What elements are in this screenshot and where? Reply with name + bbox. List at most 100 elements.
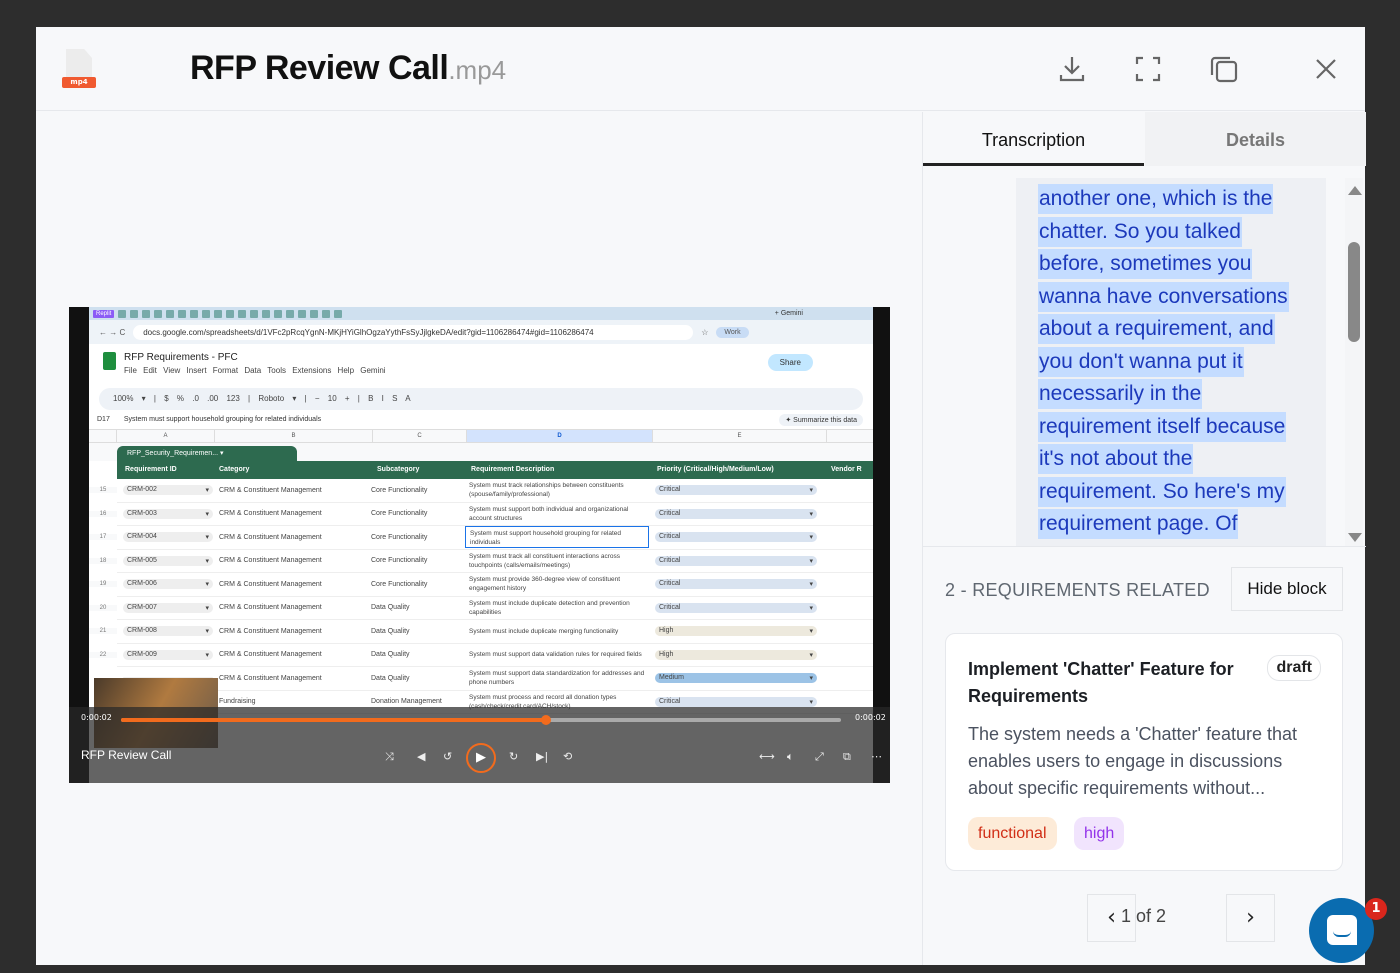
forward-10-icon[interactable]: ↻	[509, 750, 518, 763]
page-indicator: 1 of 2	[1121, 906, 1167, 926]
row-number: 16	[89, 510, 117, 517]
priority-cell: Critical ▾	[655, 508, 817, 519]
header-subcategory: Subcategory	[377, 466, 420, 473]
sheets-toolbar: 100% ▾ | $ % .0 .00 123 | Roboto ▾ | − 1…	[99, 388, 863, 410]
subcategory-cell: Data Quality	[371, 604, 410, 612]
transcript-line: before, sometimes you	[1038, 249, 1253, 279]
transcript-scrollbar[interactable]	[1345, 178, 1363, 546]
table-row: 16 CRM-003 ▾ CRM & Constituent Management…	[89, 503, 873, 526]
close-icon[interactable]	[1310, 53, 1342, 85]
unread-badge: 1	[1365, 898, 1387, 920]
priority-cell: Critical ▾	[655, 485, 817, 496]
transcript-line: it's not about the	[1038, 444, 1194, 474]
tag-functional: functional	[968, 817, 1057, 850]
subcategory-cell: Core Functionality	[371, 510, 428, 518]
transcript-line: requirement itself because	[1038, 411, 1287, 442]
header-requirement-id: Requirement ID	[125, 466, 177, 473]
formula-bar: D17 System must support household groupin…	[89, 410, 873, 430]
sheets-logo-icon	[103, 352, 116, 370]
table-row: 20 CRM-007 ▾ CRM & Constituent Management…	[89, 597, 873, 620]
video-file-icon: mp4	[62, 49, 96, 89]
description-cell: System must support both individual and …	[469, 505, 629, 522]
sheets-menu: File Edit View Insert Format Data Tools …	[124, 366, 386, 375]
loop-off-icon[interactable]: ⟲	[563, 750, 572, 763]
volume-icon[interactable]: 🔈︎	[787, 750, 794, 764]
transcript-text[interactable]: another one, which is the chatter. So you…	[1016, 178, 1326, 546]
scroll-thumb[interactable]	[1348, 242, 1360, 342]
play-button[interactable]: ▶	[466, 743, 496, 773]
tab-details[interactable]: Details	[1145, 112, 1366, 166]
scroll-up-icon[interactable]	[1348, 186, 1362, 195]
row-number: 22	[89, 651, 117, 658]
transcript-line: chatter. So you talked	[1038, 216, 1242, 247]
requirement-id: CRM-004	[127, 533, 157, 541]
subcategory-cell: Data Quality	[371, 674, 410, 682]
requirement-description: The system needs a 'Chatter' feature tha…	[968, 724, 1298, 798]
picture-in-picture-icon[interactable]: ⧉	[843, 750, 851, 764]
seek-handle[interactable]	[540, 715, 551, 725]
header-description: Requirement Description	[471, 466, 555, 473]
doc-title: RFP Requirements - PFC	[124, 352, 238, 363]
requirement-id: CRM-003	[127, 509, 157, 517]
video-title: RFP Review Call	[81, 748, 172, 762]
priority-cell: High ▾	[655, 626, 817, 637]
more-icon[interactable]: ⋯	[871, 750, 882, 763]
subcategory-cell: Data Quality	[371, 651, 410, 659]
table-row: CRM & Constituent Management Data Qualit…	[117, 667, 873, 691]
priority-value: Medium	[659, 674, 684, 682]
description-cell: System must support data validation rule…	[469, 651, 642, 659]
subcategory-cell: Core Functionality	[371, 557, 428, 565]
row-number: 17	[89, 534, 117, 541]
priority-value: Critical	[659, 697, 681, 705]
priority-cell: Critical ▾	[655, 602, 817, 613]
duration: 0:00:02	[855, 713, 886, 722]
priority-value: Critical	[659, 486, 681, 494]
category-cell: CRM & Constituent Management	[219, 486, 322, 494]
category-cell: CRM & Constituent Management	[219, 604, 322, 612]
priority-value: Critical	[659, 509, 681, 517]
description-cell: System must support data standardization…	[469, 670, 645, 687]
url-text: docs.google.com/spreadsheets/d/1VFc2pRcq…	[133, 324, 694, 340]
transcript-line: wanna have conversations	[1038, 281, 1289, 312]
video-controls: 0:00:02 0:00:02 RFP Review Call ⤨ ◀ ↺ ▶ …	[69, 707, 890, 783]
requirement-id-cell: CRM-006 ▾	[123, 579, 213, 590]
status-badge: draft	[1267, 655, 1321, 681]
previous-icon[interactable]: ◀	[417, 750, 425, 763]
priority-cell: High ▾	[655, 649, 817, 660]
video-pane: Replit + Gemini ← → Cdocs.google.com/spr…	[36, 112, 921, 965]
related-requirements-title: 2 - REQUIREMENTS RELATED	[945, 580, 1210, 600]
requirement-card[interactable]: Implement 'Chatter' Feature for Requirem…	[945, 633, 1343, 871]
scroll-down-icon[interactable]	[1348, 533, 1362, 542]
next-icon[interactable]: ▶|	[536, 750, 548, 763]
priority-value: Critical	[659, 603, 681, 611]
rewind-10-icon[interactable]: ↺	[443, 750, 452, 763]
download-icon[interactable]	[1056, 53, 1088, 85]
category-cell: Fundraising	[219, 698, 256, 706]
requirement-id: CRM-009	[127, 650, 157, 658]
chat-icon	[1327, 915, 1357, 945]
description-cell: System must include duplicate merging fu…	[469, 627, 619, 635]
hide-block-button[interactable]: Hide block	[1231, 567, 1343, 611]
expand-icon[interactable]: ⤢	[815, 750, 824, 764]
column-d: D	[467, 430, 653, 442]
category-cell: CRM & Constituent Management	[219, 580, 322, 588]
header-vendor: Vendor R	[831, 466, 862, 473]
video-player[interactable]: Replit + Gemini ← → Cdocs.google.com/spr…	[69, 307, 890, 783]
cell-reference: D17	[97, 416, 110, 423]
header-category: Category	[219, 466, 250, 473]
copy-icon[interactable]	[1208, 53, 1240, 85]
fit-width-icon[interactable]: ⟷	[759, 750, 775, 763]
description-cell: System must include duplicate detection …	[469, 599, 630, 616]
tab-transcription[interactable]: Transcription	[923, 112, 1144, 166]
subcategory-cell: Data Quality	[371, 627, 410, 635]
subcategory-cell: Core Functionality	[371, 486, 428, 494]
row-number: 18	[89, 557, 117, 564]
requirement-id-cell: CRM-008 ▾	[123, 626, 213, 637]
seek-bar[interactable]	[121, 715, 841, 725]
fullscreen-icon[interactable]	[1132, 53, 1164, 85]
next-page-button[interactable]: ›	[1226, 894, 1275, 942]
priority-cell: Critical ▾	[655, 579, 817, 590]
shuffle-icon[interactable]: ⤨	[385, 750, 394, 764]
current-time: 0:00:02	[81, 713, 112, 722]
file-type-badge: mp4	[62, 77, 96, 88]
